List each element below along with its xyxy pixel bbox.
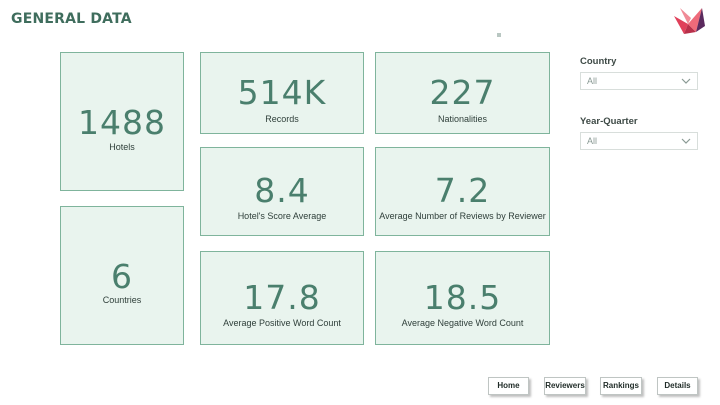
score-average-label: Hotel's Score Average: [237, 211, 327, 221]
nationalities-card: 227 Nationalities: [375, 52, 550, 134]
hotels-label: Hotels: [109, 142, 135, 152]
nationalities-value: 227: [429, 73, 496, 112]
countries-label: Countries: [102, 295, 142, 305]
countries-value: 6: [111, 257, 133, 296]
records-label: Records: [265, 114, 299, 124]
records-value: 514K: [237, 73, 327, 112]
hotels-value: 1488: [78, 103, 166, 142]
country-filter-label: Country: [580, 56, 617, 67]
countries-card: 6 Countries: [60, 206, 184, 345]
reviewers-button[interactable]: Reviewers: [544, 377, 586, 395]
details-button[interactable]: Details: [657, 377, 698, 395]
reviews-by-reviewer-label: Average Number of Reviews by Reviewer: [379, 211, 546, 221]
country-dropdown-value: All: [587, 76, 598, 86]
nationalities-label: Nationalities: [437, 114, 488, 124]
rankings-button[interactable]: Rankings: [600, 377, 642, 395]
reviews-by-reviewer-value: 7.2: [434, 171, 491, 210]
records-card: 514K Records: [200, 52, 364, 134]
hotels-card: 1488 Hotels: [60, 52, 184, 191]
page-title: GENERAL DATA: [11, 11, 132, 27]
reviews-by-reviewer-card: 7.2 Average Number of Reviews by Reviewe…: [375, 147, 550, 236]
positive-word-count-card: 17.8 Average Positive Word Count: [200, 251, 364, 345]
country-dropdown[interactable]: All: [580, 72, 698, 90]
visual-handle-marker: [497, 33, 501, 37]
negative-word-count-label: Average Negative Word Count: [401, 318, 524, 328]
score-average-card: 8.4 Hotel's Score Average: [200, 147, 364, 236]
home-button[interactable]: Home: [488, 377, 529, 395]
origami-bird-logo: [674, 8, 705, 34]
year-quarter-dropdown[interactable]: All: [580, 132, 698, 150]
score-average-value: 8.4: [254, 171, 310, 210]
negative-word-count-value: 18.5: [423, 278, 502, 317]
negative-word-count-card: 18.5 Average Negative Word Count: [375, 251, 550, 345]
positive-word-count-label: Average Positive Word Count: [223, 318, 341, 328]
chevron-down-icon: [681, 138, 691, 144]
year-quarter-dropdown-value: All: [587, 136, 598, 146]
year-quarter-filter-label: Year-Quarter: [580, 116, 638, 127]
chevron-down-icon: [681, 78, 691, 84]
positive-word-count-value: 17.8: [243, 278, 321, 317]
